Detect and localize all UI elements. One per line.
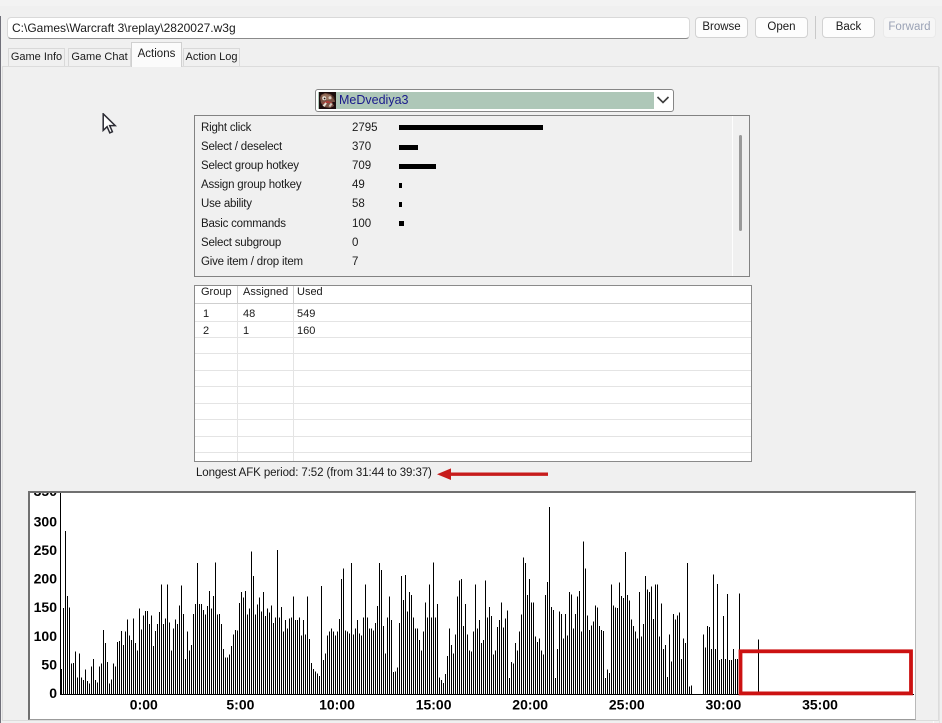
svg-text:10:00: 10:00 [319,696,355,712]
svg-text:100: 100 [34,627,58,643]
svg-text:0: 0 [49,685,57,701]
svg-text:0:00: 0:00 [130,696,158,712]
svg-text:5:00: 5:00 [226,696,254,712]
svg-text:200: 200 [34,570,58,586]
svg-text:15:00: 15:00 [416,696,452,712]
svg-text:25:00: 25:00 [609,696,645,712]
svg-text:150: 150 [34,599,58,615]
svg-text:30:00: 30:00 [705,696,741,712]
svg-text:300: 300 [34,513,58,529]
svg-text:50: 50 [41,656,57,672]
svg-text:35:00: 35:00 [802,696,838,712]
svg-text:250: 250 [34,542,58,558]
svg-text:350: 350 [34,493,58,499]
svg-text:20:00: 20:00 [512,696,548,712]
